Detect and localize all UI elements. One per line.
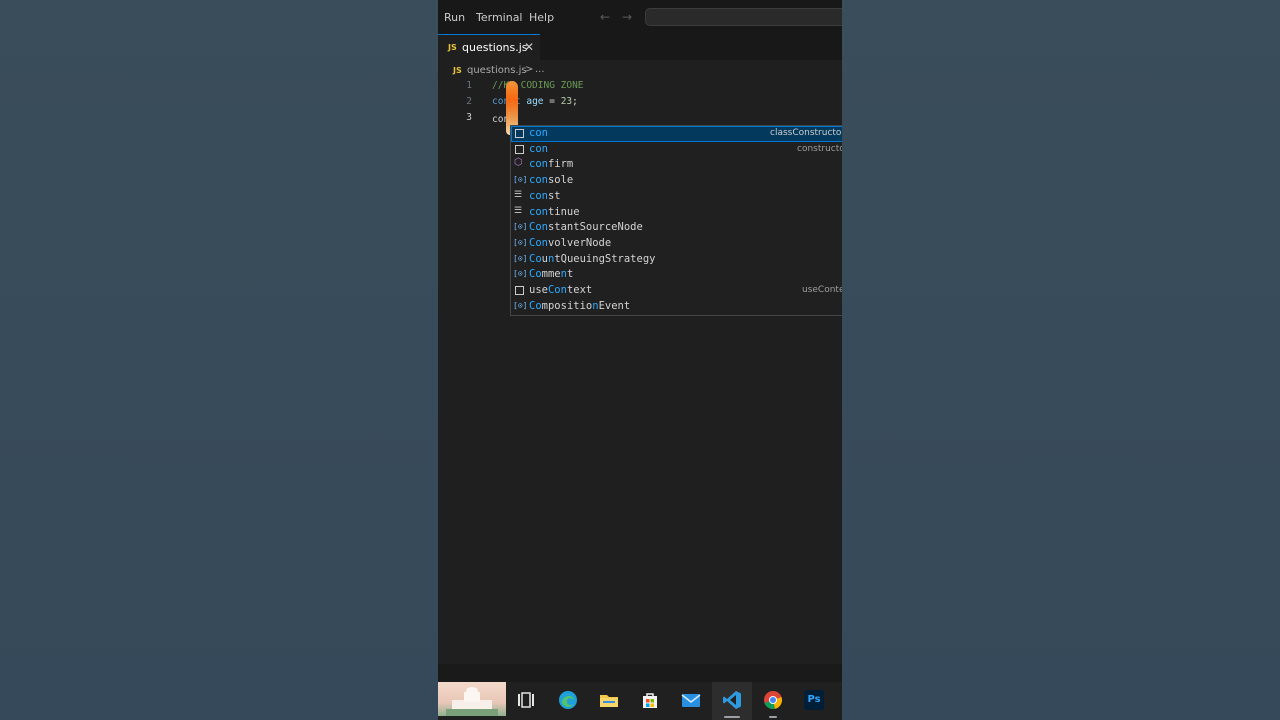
suggestion-item[interactable]: [⊙] ConstantSourceNode (511, 220, 842, 236)
desktop-background-left (0, 0, 438, 720)
suggestion-detail: useContext (802, 285, 842, 295)
menu-terminal[interactable]: Terminal (476, 11, 523, 24)
vscode-icon[interactable] (722, 690, 742, 710)
suggestion-label: continue (529, 205, 580, 218)
chrome-icon[interactable] (763, 690, 783, 710)
suggestion-label: ConvolverNode (529, 236, 612, 249)
suggestion-item[interactable]: con constructor (511, 142, 842, 158)
snippet-box-icon (515, 129, 524, 138)
panel-strip (438, 664, 842, 682)
variable-token: age (526, 96, 544, 107)
suggestion-item[interactable]: [⊙] CountQueuingStrategy (511, 252, 842, 268)
task-view-icon[interactable] (516, 690, 536, 710)
suggestion-label: Comment (529, 268, 574, 281)
suggestion-label: useContext (529, 284, 593, 296)
tab-questions-js[interactable]: JS questions.js ✕ (438, 34, 540, 60)
tab-bar: JS questions.js ✕ (438, 34, 842, 60)
suggestion-label: CompositionEvent (529, 299, 631, 312)
microsoft-store-icon[interactable] (640, 690, 660, 710)
code-line: 2 const age = 23; (438, 94, 842, 110)
vscode-window: Run Terminal Help ← → JS questions.js ✕ … (438, 0, 842, 720)
desktop-background-right (842, 0, 1280, 720)
js-file-icon: JS (448, 43, 457, 52)
photoshop-icon[interactable]: Ps (804, 690, 824, 710)
breadcrumb-symbols[interactable]: ... (535, 64, 545, 75)
operator-token: = (543, 96, 561, 107)
command-center-search[interactable] (645, 8, 842, 26)
suggestion-item[interactable]: useContext useContext (511, 283, 842, 299)
suggestion-item[interactable]: [⊙] console (511, 173, 842, 189)
suggestion-label: con (529, 127, 548, 139)
code-line: 1 //KK CODING ZONE (438, 78, 842, 94)
suggestion-item[interactable]: ☰ const (511, 189, 842, 205)
suggestion-item[interactable]: ☰ continue (511, 205, 842, 221)
suggestion-item[interactable]: [⊙] ConvolverNode (511, 236, 842, 252)
variable-icon: [⊙] (513, 269, 528, 279)
breadcrumb-file[interactable]: questions.js (467, 65, 527, 76)
back-arrow-icon[interactable]: ← (600, 10, 610, 24)
suggestion-item[interactable]: [⊙] Comment (511, 267, 842, 283)
suggestion-item[interactable]: con classConstructor (511, 126, 842, 142)
keyword-snippet-icon: ☰ (514, 189, 523, 200)
suggestion-item[interactable]: ⬡ confirm (511, 157, 842, 173)
suggestion-label: console (529, 174, 574, 187)
code-line-active: 3 con (438, 110, 842, 126)
suggestion-item[interactable]: [⊙] CompositionEvent (511, 299, 842, 315)
variable-icon: [⊙] (513, 175, 528, 185)
suggestion-label: confirm (529, 158, 574, 171)
suggestion-label: const (529, 189, 561, 202)
keyword-snippet-icon: ☰ (514, 205, 523, 216)
variable-icon: [⊙] (513, 222, 528, 232)
variable-icon: [⊙] (513, 253, 528, 263)
menu-bar: Run Terminal Help ← → (438, 0, 842, 34)
number-token: 23 (560, 96, 573, 107)
vscode-active-indicator (724, 716, 740, 718)
suggestion-detail: constructor (797, 143, 842, 154)
snippet-box-icon (515, 286, 524, 295)
suggestion-label: ConstantSourceNode (529, 221, 643, 234)
chevron-right-icon: > (525, 64, 534, 75)
close-icon[interactable]: ✕ (524, 40, 534, 54)
suggestion-detail: classConstructor (770, 128, 842, 138)
tab-label: questions.js (462, 41, 528, 54)
file-explorer-icon[interactable] (599, 690, 619, 710)
autocomplete-suggestions: con classConstructor con constructor ⬡ confir… (510, 125, 842, 316)
menu-run[interactable]: Run (444, 11, 465, 24)
method-cube-icon: ⬡ (514, 157, 523, 169)
line-number: 2 (466, 96, 472, 107)
edge-browser-icon[interactable] (558, 690, 578, 710)
news-widget-icon[interactable] (438, 682, 506, 716)
snippet-box-icon (515, 144, 524, 154)
variable-icon: [⊙] (513, 237, 528, 247)
line-number: 3 (466, 112, 472, 123)
breadcrumb: JS questions.js > ... (438, 60, 842, 80)
taskbar: Ps (438, 682, 842, 720)
suggestion-label: con (529, 142, 548, 155)
js-file-icon: JS (453, 66, 462, 75)
mail-icon[interactable] (681, 690, 701, 710)
line-number: 1 (466, 80, 472, 91)
code-text: const age = 23; (492, 96, 578, 107)
suggestion-label: CountQueuingStrategy (529, 252, 656, 265)
chrome-running-indicator (769, 716, 777, 718)
menu-help[interactable]: Help (529, 11, 554, 24)
capitol-icon (446, 687, 498, 716)
variable-icon: [⊙] (513, 300, 528, 310)
forward-arrow-icon[interactable]: → (622, 10, 632, 24)
semicolon-token: ; (572, 96, 578, 107)
